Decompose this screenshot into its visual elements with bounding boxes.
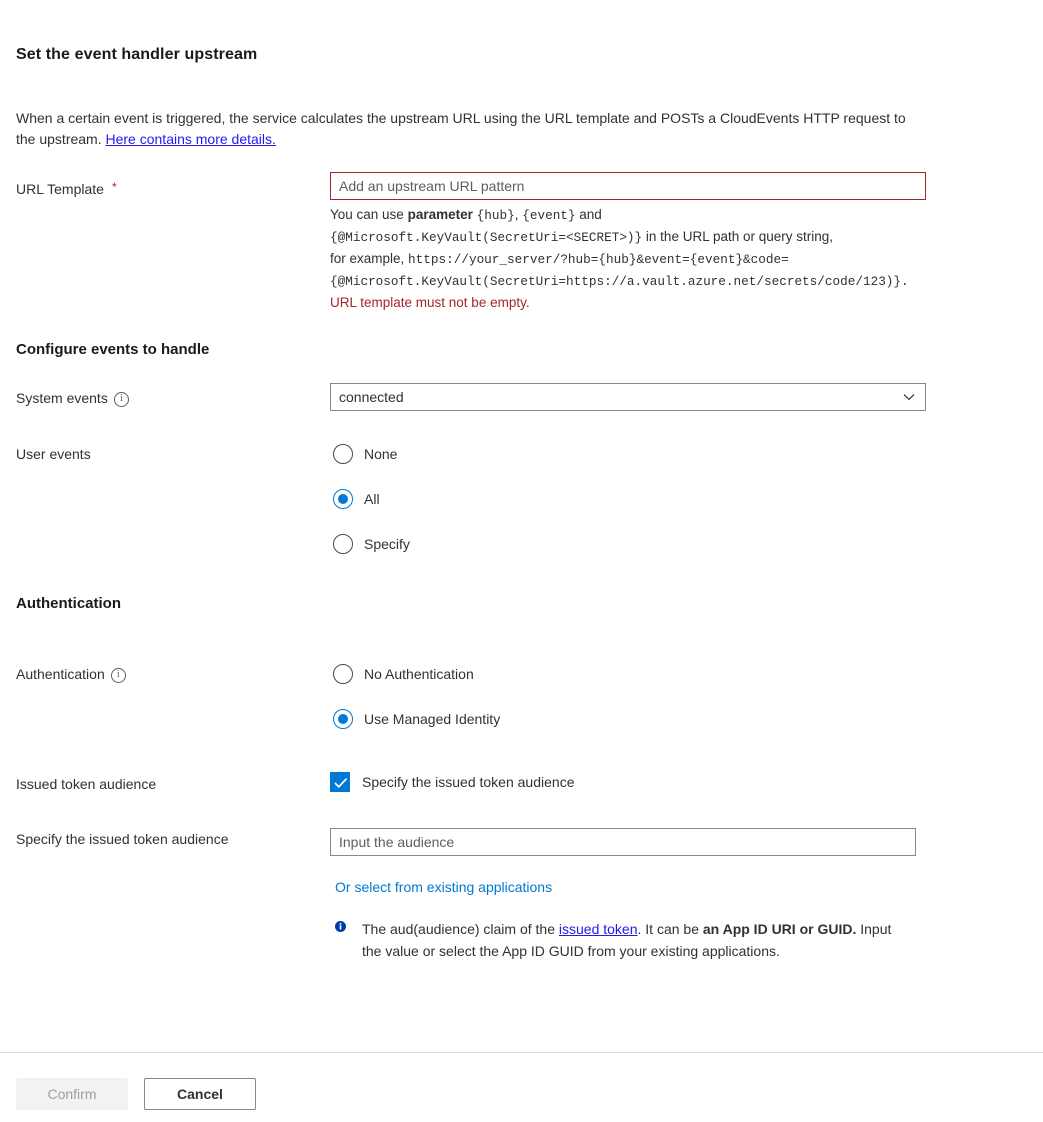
radio-user-events-all[interactable]: All bbox=[333, 489, 380, 509]
radio-auth-managed-identity[interactable]: Use Managed Identity bbox=[333, 709, 500, 729]
issued-token-link[interactable]: issued token bbox=[559, 921, 638, 937]
checkbox-icon-checked bbox=[330, 772, 350, 792]
more-details-link[interactable]: Here contains more details. bbox=[106, 131, 276, 147]
authentication-section-heading: Authentication bbox=[16, 595, 121, 612]
specify-audience-label-text: Specify the issued token audience bbox=[16, 831, 229, 847]
system-events-selected-value: connected bbox=[339, 389, 404, 405]
url-template-help: You can use parameter {hub}, {event} and… bbox=[330, 204, 1030, 313]
info-bold: an App ID URI or GUID. bbox=[702, 921, 857, 937]
info-icon[interactable] bbox=[113, 391, 129, 407]
user-events-label: User events bbox=[16, 446, 91, 462]
radio-label: All bbox=[364, 491, 380, 507]
confirm-button[interactable]: Confirm bbox=[16, 1078, 128, 1110]
radio-label: No Authentication bbox=[364, 666, 474, 682]
help-line1-a: You can use bbox=[330, 207, 408, 222]
help-line1-bold: parameter bbox=[407, 207, 473, 222]
url-template-input[interactable] bbox=[330, 172, 926, 200]
intro-paragraph: When a certain event is triggered, the s… bbox=[16, 108, 916, 150]
system-events-label: System events bbox=[16, 390, 129, 407]
checkbox-label: Specify the issued token audience bbox=[362, 774, 575, 790]
radio-icon-selected bbox=[333, 489, 353, 509]
cancel-button[interactable]: Cancel bbox=[144, 1078, 256, 1110]
audience-info-message: The aud(audience) claim of the issued to… bbox=[332, 918, 892, 962]
radio-icon bbox=[333, 664, 353, 684]
events-section-heading: Configure events to handle bbox=[16, 341, 210, 358]
checkbox-specify-issued-token-audience[interactable]: Specify the issued token audience bbox=[330, 772, 574, 792]
issued-token-audience-label: Issued token audience bbox=[16, 776, 156, 792]
footer-divider bbox=[0, 1052, 1043, 1053]
help-keyvault-token: {@Microsoft.KeyVault(SecretUri=<SECRET>)… bbox=[330, 230, 643, 245]
help-example-keyvault: {@Microsoft.KeyVault(SecretUri=https://a… bbox=[330, 274, 909, 289]
help-line3-text: for example, bbox=[330, 251, 409, 266]
help-example-url: https://your_server/?hub={hub}&event={ev… bbox=[408, 252, 789, 267]
user-events-label-text: User events bbox=[16, 446, 91, 462]
audience-input-wrap bbox=[330, 828, 916, 856]
url-template-label-text: URL Template bbox=[16, 181, 104, 197]
radio-icon bbox=[333, 534, 353, 554]
footer-actions: Confirm Cancel bbox=[16, 1078, 256, 1110]
radio-label: None bbox=[364, 446, 398, 462]
authentication-label: Authentication bbox=[16, 666, 126, 683]
audience-info-text: The aud(audience) claim of the issued to… bbox=[362, 918, 892, 962]
radio-label: Use Managed Identity bbox=[364, 711, 501, 727]
radio-auth-no-authentication[interactable]: No Authentication bbox=[333, 664, 474, 684]
required-marker: * bbox=[111, 180, 117, 194]
chevron-down-icon bbox=[903, 391, 915, 403]
info-icon[interactable] bbox=[110, 667, 126, 683]
info-filled-icon bbox=[332, 921, 348, 962]
help-token-hub: {hub} bbox=[476, 208, 515, 223]
url-template-label: URL Template * bbox=[16, 180, 117, 197]
radio-label: Specify bbox=[364, 536, 410, 552]
help-line1-d: and bbox=[575, 207, 602, 222]
radio-icon bbox=[333, 444, 353, 464]
select-existing-applications-link[interactable]: Or select from existing applications bbox=[335, 879, 552, 895]
radio-user-events-specify[interactable]: Specify bbox=[333, 534, 410, 554]
event-handler-upstream-pane: Set the event handler upstream When a ce… bbox=[0, 0, 1043, 1043]
info-part1: The aud(audience) claim of the bbox=[362, 921, 559, 937]
radio-user-events-none[interactable]: None bbox=[333, 444, 397, 464]
url-template-input-wrap bbox=[330, 172, 926, 200]
page-title: Set the event handler upstream bbox=[16, 46, 258, 63]
issued-token-audience-label-text: Issued token audience bbox=[16, 776, 157, 792]
system-events-dropdown[interactable]: connected bbox=[330, 383, 926, 411]
help-line2-text: in the URL path or query string, bbox=[642, 229, 834, 244]
info-part2: . It can be bbox=[637, 921, 703, 937]
help-token-event: {event} bbox=[522, 208, 576, 223]
system-events-label-text: System events bbox=[16, 390, 108, 406]
audience-input[interactable] bbox=[330, 828, 916, 856]
url-template-error: URL template must not be empty. bbox=[330, 295, 530, 310]
radio-icon-selected bbox=[333, 709, 353, 729]
authentication-label-text: Authentication bbox=[16, 666, 105, 682]
specify-audience-label: Specify the issued token audience bbox=[16, 831, 228, 847]
